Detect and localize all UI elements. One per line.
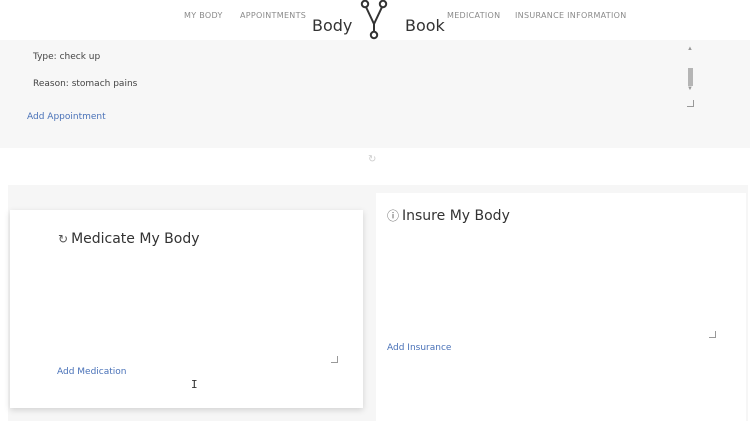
- nav-my-body[interactable]: MY BODY: [184, 11, 223, 20]
- appointment-reason: Reason: stomach pains: [33, 79, 138, 89]
- insurance-title: ⓘ Insure My Body: [387, 207, 510, 224]
- brand-body: Body: [312, 16, 353, 35]
- add-insurance-link[interactable]: Add Insurance: [387, 343, 451, 353]
- refresh-icon: ↻: [58, 232, 69, 246]
- info-circle-icon: ⓘ: [387, 209, 400, 223]
- resize-grip-icon[interactable]: [687, 100, 694, 107]
- add-appointment-link[interactable]: Add Appointment: [27, 112, 106, 122]
- scroll-down-icon[interactable]: ▼: [687, 86, 693, 92]
- appointment-panel: [0, 40, 750, 148]
- text-cursor-icon: I: [191, 378, 198, 391]
- medication-resize-grip-icon[interactable]: [331, 356, 338, 363]
- nav-medication[interactable]: MEDICATION: [447, 11, 500, 20]
- scroll-thumb[interactable]: [688, 68, 693, 86]
- brand-book: Book: [405, 16, 445, 35]
- top-navigation: MY BODY APPOINTMENTS Body Book MEDICATIO…: [0, 0, 750, 40]
- medication-title-text: Medicate My Body: [71, 231, 200, 247]
- insurance-resize-grip-icon[interactable]: [709, 331, 716, 338]
- loading-spinner-icon: ↻: [368, 154, 377, 165]
- nav-appointments[interactable]: APPOINTMENTS: [240, 11, 306, 20]
- fork-y-logo-icon[interactable]: [359, 0, 389, 40]
- scroll-up-icon[interactable]: ▲: [687, 46, 693, 52]
- medication-title: ↻ Medicate My Body: [58, 231, 200, 247]
- insurance-title-text: Insure My Body: [402, 208, 510, 224]
- appointment-scrollbar[interactable]: ▲ ▼: [684, 46, 696, 108]
- add-medication-link[interactable]: Add Medication: [57, 367, 127, 377]
- insurance-textarea[interactable]: [386, 232, 720, 344]
- nav-insurance-information[interactable]: INSURANCE INFORMATION: [515, 11, 627, 20]
- medication-textarea[interactable]: [55, 255, 344, 369]
- appointment-type: Type: check up: [33, 52, 101, 62]
